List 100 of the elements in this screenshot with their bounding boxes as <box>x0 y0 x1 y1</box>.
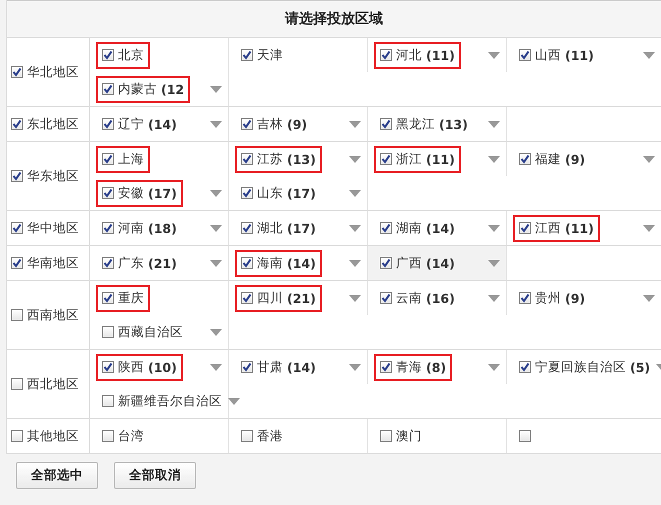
region-option[interactable]: 西藏自治区 <box>96 318 189 346</box>
highlighted-region-option[interactable]: 江苏 (13) <box>235 146 322 172</box>
checkbox[interactable] <box>241 49 253 61</box>
region-option[interactable]: 云南 (16) <box>374 284 461 312</box>
region-option[interactable]: 甘肃 (14) <box>235 354 322 380</box>
action-button[interactable]: 全部选中 <box>16 462 98 489</box>
checkbox[interactable] <box>519 361 531 373</box>
highlighted-region-option[interactable]: 河北 (11) <box>374 42 461 68</box>
checkbox[interactable] <box>241 118 253 130</box>
checkbox[interactable] <box>102 361 114 373</box>
checkbox[interactable] <box>241 430 253 442</box>
region-group-label[interactable]: 西南地区 <box>27 306 79 324</box>
checkbox[interactable] <box>519 222 531 234</box>
highlighted-region-option[interactable]: 重庆 <box>96 284 150 312</box>
region-option[interactable]: 新疆维吾尔自治区 <box>96 388 228 414</box>
checkbox[interactable] <box>102 118 114 130</box>
checkbox[interactable] <box>380 430 392 442</box>
region-option[interactable]: 台湾 <box>96 422 150 450</box>
checkbox[interactable] <box>519 292 531 304</box>
dropdown-caret-icon[interactable] <box>349 364 361 370</box>
checkbox[interactable] <box>11 378 23 390</box>
dropdown-caret-icon[interactable] <box>643 156 655 162</box>
region-option[interactable]: 湖北 (17) <box>235 214 322 242</box>
region-option[interactable]: 山西 (11) <box>513 42 600 68</box>
highlighted-region-option[interactable]: 浙江 (11) <box>374 146 461 172</box>
region-option[interactable]: 山东 (17) <box>235 180 322 206</box>
checkbox[interactable] <box>102 292 114 304</box>
checkbox[interactable] <box>241 292 253 304</box>
checkbox[interactable] <box>102 83 114 95</box>
checkbox[interactable] <box>241 361 253 373</box>
dropdown-caret-icon[interactable] <box>349 294 361 302</box>
region-option[interactable]: 广东 (21) <box>96 250 183 276</box>
checkbox[interactable] <box>380 153 392 165</box>
dropdown-caret-icon[interactable] <box>643 224 655 232</box>
dropdown-caret-icon[interactable] <box>349 120 361 128</box>
dropdown-caret-icon[interactable] <box>488 52 500 58</box>
dropdown-caret-icon[interactable] <box>349 156 361 162</box>
region-group-label[interactable]: 西北地区 <box>27 376 79 392</box>
highlighted-region-option[interactable]: 江西 (11) <box>513 214 600 242</box>
dropdown-caret-icon[interactable] <box>488 294 500 302</box>
checkbox[interactable] <box>102 222 114 234</box>
highlighted-region-option[interactable]: 北京 <box>96 42 150 68</box>
region-option[interactable]: 吉林 (9) <box>235 110 314 138</box>
checkbox[interactable] <box>11 66 23 78</box>
highlighted-region-option[interactable]: 安徽 (17) <box>96 180 183 206</box>
region-group-label[interactable]: 华中地区 <box>27 220 79 236</box>
region-option[interactable]: 黑龙江 (13) <box>374 110 474 138</box>
region-group-label[interactable]: 其他地区 <box>27 428 79 444</box>
checkbox[interactable] <box>102 257 114 269</box>
dropdown-caret-icon[interactable] <box>210 260 222 266</box>
checkbox[interactable] <box>102 187 114 199</box>
region-group-label[interactable]: 东北地区 <box>27 116 79 132</box>
checkbox[interactable] <box>519 430 531 442</box>
checkbox[interactable] <box>11 430 23 442</box>
region-option[interactable]: 天津 <box>235 42 289 68</box>
region-group-label[interactable]: 华北地区 <box>27 64 79 80</box>
checkbox[interactable] <box>241 257 253 269</box>
region-group-label[interactable]: 华东地区 <box>27 168 79 184</box>
region-option[interactable]: 贵州 (9) <box>513 284 592 312</box>
dropdown-caret-icon[interactable] <box>228 398 240 404</box>
dropdown-caret-icon[interactable] <box>488 260 500 266</box>
dropdown-caret-icon[interactable] <box>488 120 500 128</box>
checkbox[interactable] <box>11 222 23 234</box>
region-option[interactable]: 湖南 (14) <box>374 214 461 242</box>
checkbox[interactable] <box>241 153 253 165</box>
dropdown-caret-icon[interactable] <box>643 52 655 58</box>
checkbox[interactable] <box>380 361 392 373</box>
checkbox[interactable] <box>102 430 114 442</box>
dropdown-caret-icon[interactable] <box>210 224 222 232</box>
checkbox[interactable] <box>11 309 23 321</box>
highlighted-region-option[interactable]: 内蒙古 (12 <box>96 76 190 102</box>
checkbox[interactable] <box>11 170 23 182</box>
checkbox[interactable] <box>241 222 253 234</box>
dropdown-caret-icon[interactable] <box>643 294 655 302</box>
checkbox[interactable] <box>519 49 531 61</box>
highlighted-region-option[interactable]: 青海 (8) <box>374 354 452 380</box>
dropdown-caret-icon[interactable] <box>488 224 500 232</box>
checkbox[interactable] <box>380 292 392 304</box>
highlighted-region-option[interactable]: 上海 <box>96 146 150 172</box>
highlighted-region-option[interactable]: 海南 (14) <box>235 250 322 276</box>
checkbox[interactable] <box>11 118 23 130</box>
checkbox[interactable] <box>519 153 531 165</box>
region-group-label[interactable]: 华南地区 <box>27 254 79 272</box>
checkbox[interactable] <box>11 257 23 269</box>
checkbox[interactable] <box>380 222 392 234</box>
dropdown-caret-icon[interactable] <box>488 156 500 162</box>
dropdown-caret-icon[interactable] <box>488 364 500 370</box>
region-option[interactable]: 辽宁 (14) <box>96 110 183 138</box>
dropdown-caret-icon[interactable] <box>349 260 361 266</box>
dropdown-caret-icon[interactable] <box>210 120 222 128</box>
checkbox[interactable] <box>241 187 253 199</box>
highlighted-region-option[interactable]: 陕西 (10) <box>96 354 183 380</box>
checkbox[interactable] <box>380 118 392 130</box>
region-option[interactable]: 河南 (18) <box>96 214 183 242</box>
dropdown-caret-icon[interactable] <box>349 224 361 232</box>
dropdown-caret-icon[interactable] <box>210 328 222 336</box>
region-option[interactable]: 宁夏回族自治区 (5) <box>513 354 656 380</box>
dropdown-caret-icon[interactable] <box>210 364 222 370</box>
region-option[interactable]: 福建 (9) <box>513 146 592 172</box>
checkbox[interactable] <box>102 395 114 407</box>
